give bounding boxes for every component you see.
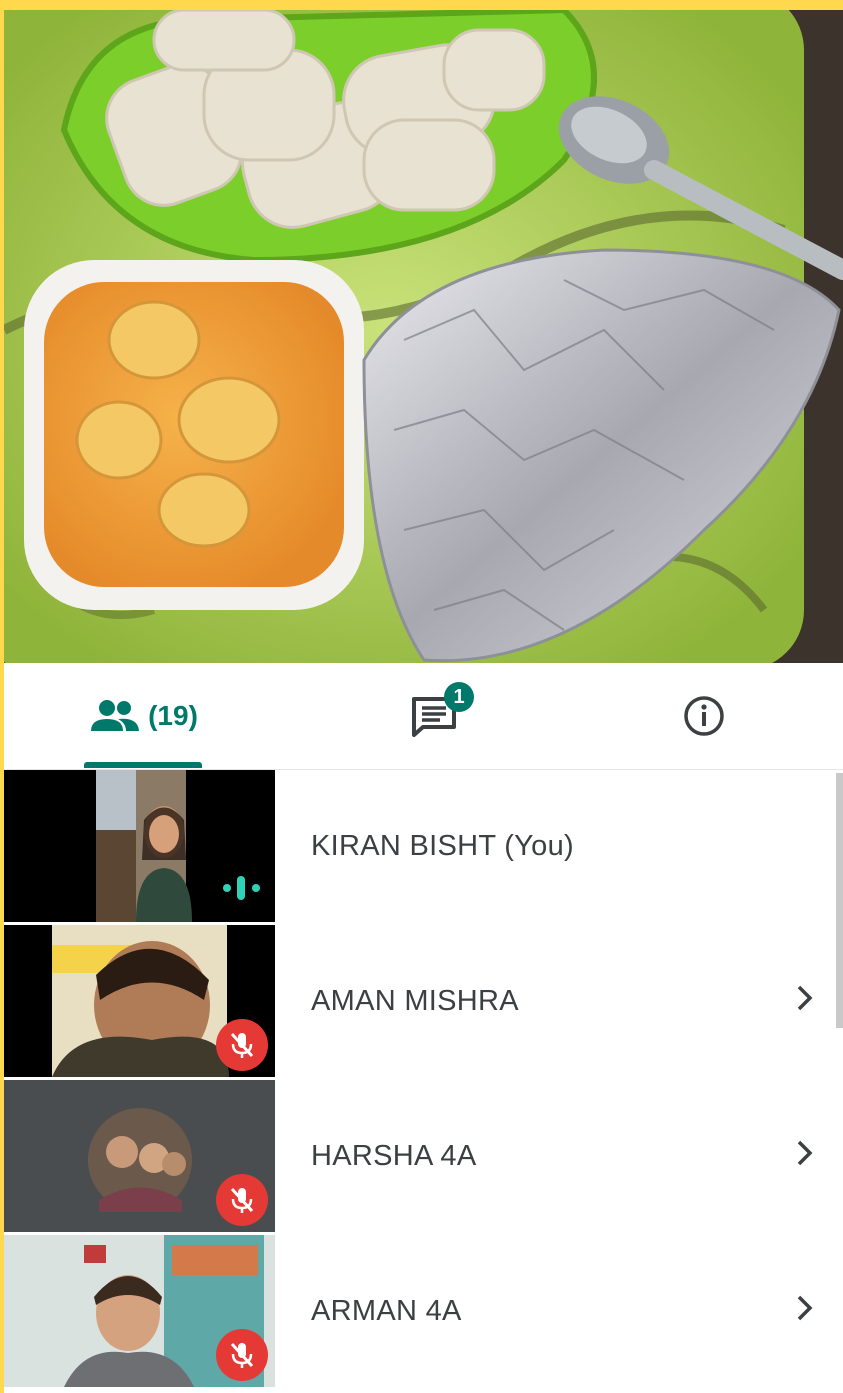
people-icon: [91, 700, 140, 731]
meet-screen: (19) 1 KIRAN BISHT (You) AMAN MISHRA HAR…: [4, 10, 843, 1393]
info-icon: [684, 696, 724, 736]
chevron-right-icon[interactable]: [795, 1138, 815, 1168]
list-item[interactable]: KIRAN BISHT (You): [275, 770, 843, 922]
participant-tile[interactable]: [4, 1235, 275, 1387]
chat-unread-badge: 1: [444, 682, 474, 712]
tab-people[interactable]: (19): [84, 663, 204, 769]
participant-name: HARSHA 4A: [311, 1139, 477, 1172]
panel-tabs: (19): [4, 663, 843, 770]
speaking-indicator-icon: [223, 876, 260, 900]
active-tab-indicator: [84, 762, 202, 768]
tab-chat[interactable]: [384, 663, 484, 769]
muted-mic-icon: [216, 1174, 268, 1226]
participant-list: KIRAN BISHT (You) AMAN MISHRA HARSHA 4A …: [275, 770, 843, 1390]
chevron-right-icon[interactable]: [795, 983, 815, 1013]
participant-name: AMAN MISHRA: [311, 984, 519, 1017]
participant-name: KIRAN BISHT (You): [311, 829, 574, 862]
participant-name: ARMAN 4A: [311, 1294, 462, 1327]
list-item[interactable]: AMAN MISHRA: [275, 925, 843, 1077]
list-item[interactable]: HARSHA 4A: [275, 1080, 843, 1232]
participant-tile[interactable]: [4, 925, 275, 1077]
participant-tile[interactable]: [4, 770, 275, 922]
chevron-right-icon[interactable]: [795, 1293, 815, 1323]
shared-screen-video[interactable]: [4, 10, 843, 663]
food-photo: [4, 10, 843, 663]
participant-tiles: [4, 770, 275, 1390]
muted-mic-icon: [216, 1019, 268, 1071]
scrollbar[interactable]: [836, 773, 843, 1028]
muted-mic-icon: [216, 1329, 268, 1381]
participant-tile[interactable]: [4, 1080, 275, 1232]
participant-count: (19): [148, 700, 198, 731]
tab-info[interactable]: [664, 663, 744, 769]
list-item[interactable]: ARMAN 4A: [275, 1235, 843, 1387]
